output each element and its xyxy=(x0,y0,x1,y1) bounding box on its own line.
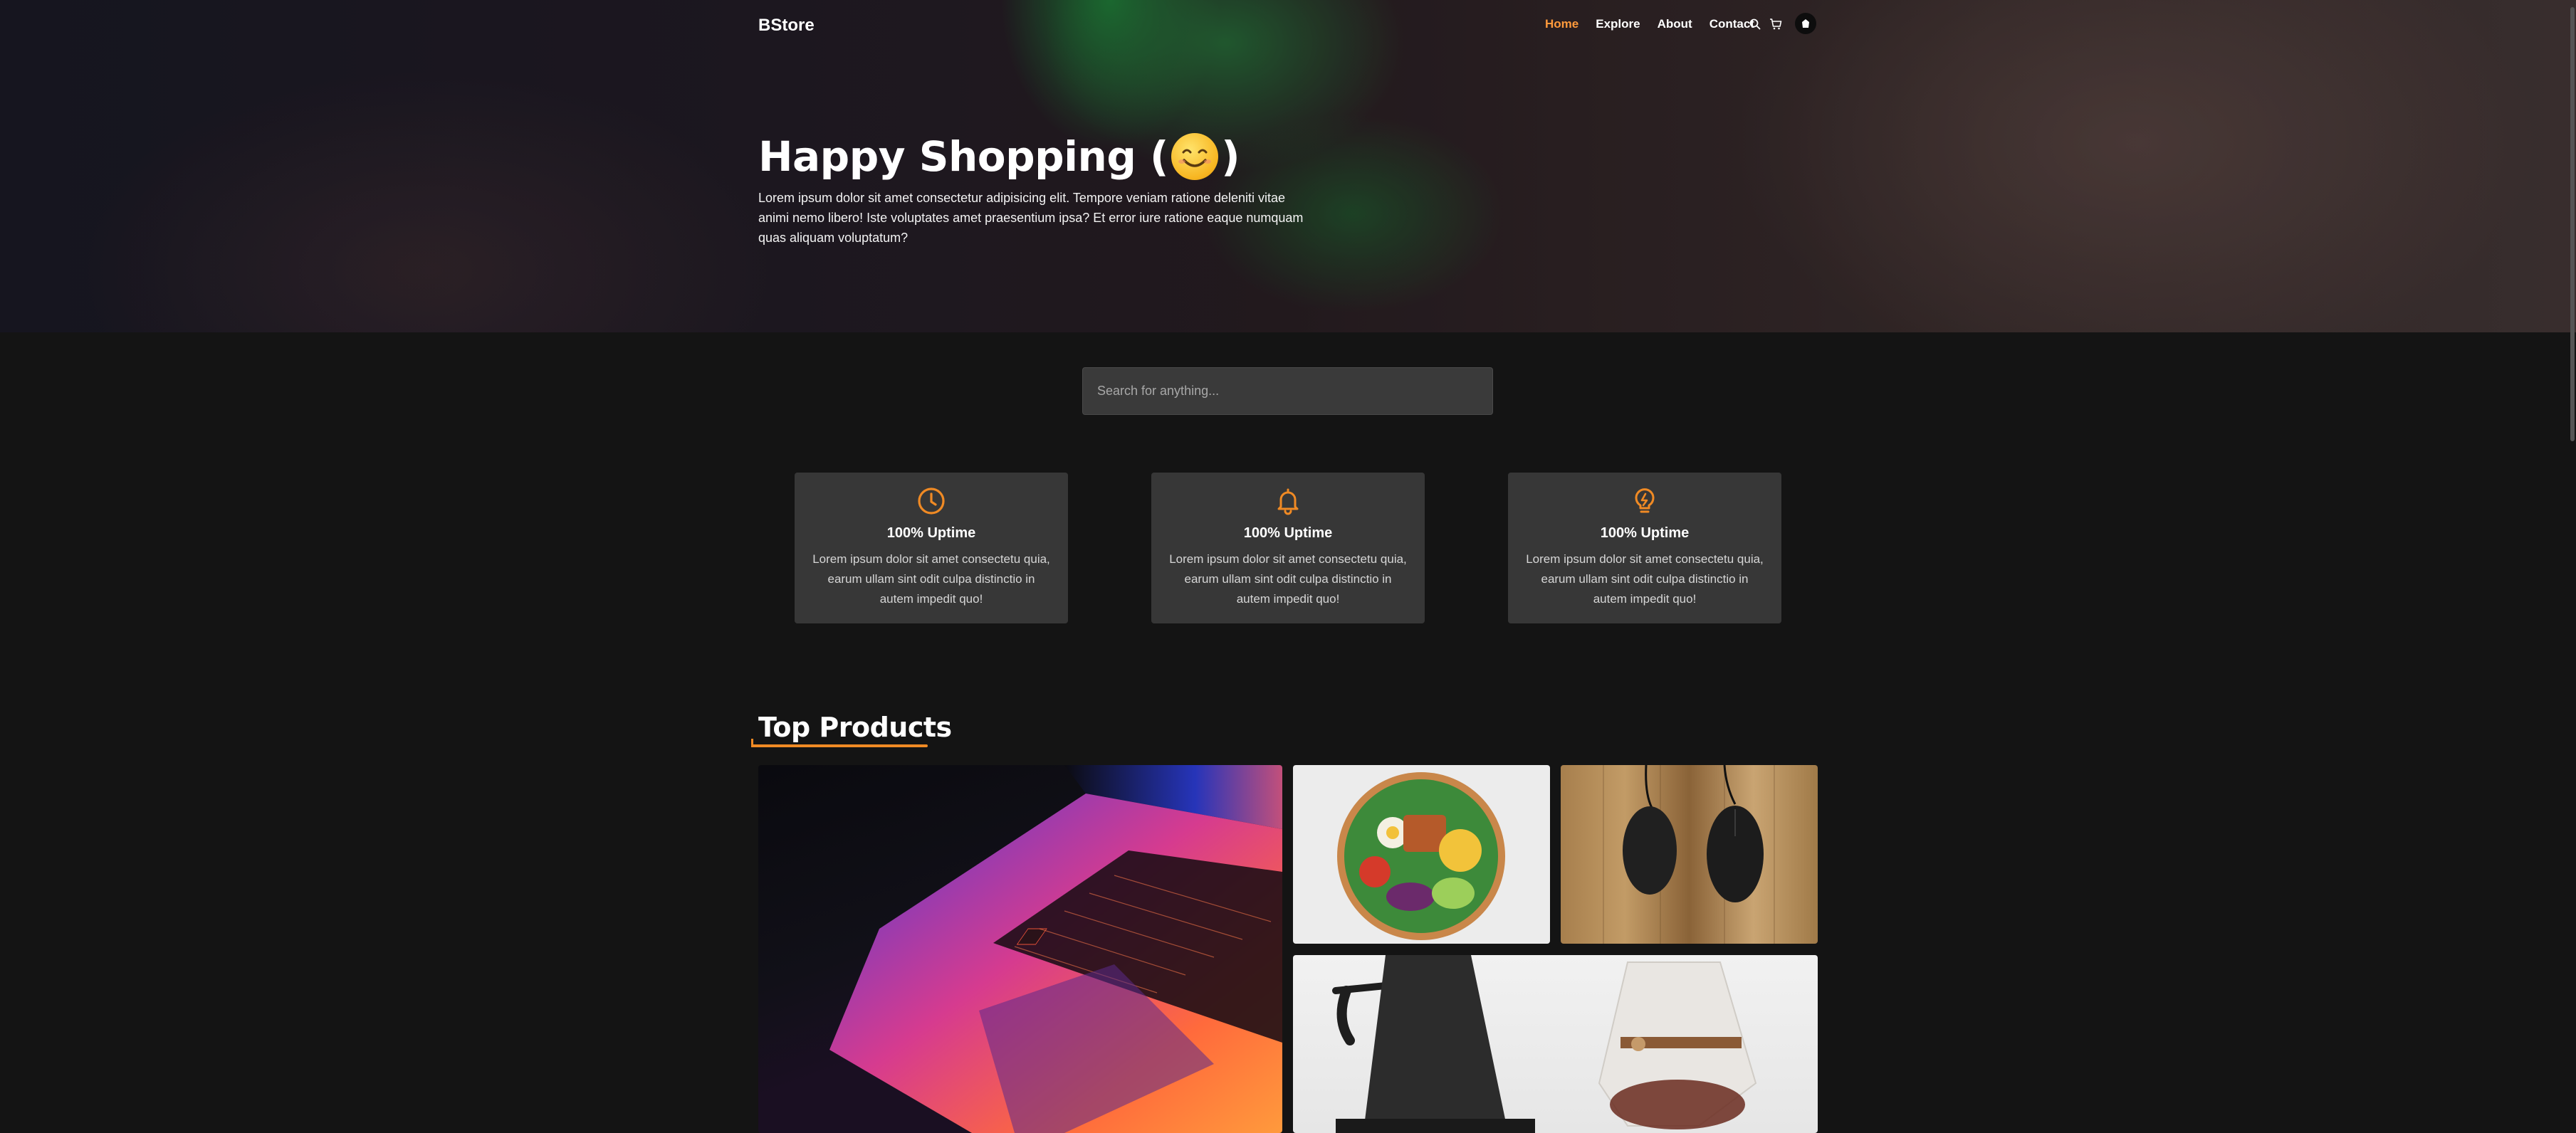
hero-content: Happy Shopping ( ) Lorem ipsum dolor sit… xyxy=(758,128,1328,248)
product-mouse-image[interactable] xyxy=(1561,765,1818,944)
hero-title-suffix: ) xyxy=(1221,132,1240,181)
feature-card-alerts: 100% Uptime Lorem ipsum dolor sit amet c… xyxy=(1151,473,1425,623)
feature-title: 100% Uptime xyxy=(886,525,976,541)
hero-title: Happy Shopping ( ) xyxy=(758,128,1328,185)
top-nav: BStore Home Explore About Contact xyxy=(758,13,1819,38)
product-kettle-coffee-image[interactable] xyxy=(1293,955,1818,1133)
brand-logo[interactable]: BStore xyxy=(758,16,815,36)
user-avatar-icon[interactable] xyxy=(1795,13,1816,34)
feature-card-ideas: 100% Uptime Lorem ipsum dolor sit amet c… xyxy=(1508,473,1781,623)
lightbulb-icon xyxy=(1630,487,1659,515)
feature-description: Lorem ipsum dolor sit amet consectetu qu… xyxy=(1526,552,1764,606)
feature-description: Lorem ipsum dolor sit amet consectetu qu… xyxy=(1169,552,1407,606)
hero-description: Lorem ipsum dolor sit amet consectetur a… xyxy=(758,191,1304,245)
page-scrollbar[interactable] xyxy=(2570,7,2575,441)
hero-banner: BStore Home Explore About Contact Happy … xyxy=(0,0,2576,332)
top-products-title: Top Products xyxy=(758,712,952,743)
cart-icon[interactable] xyxy=(1767,16,1784,33)
feature-title: 100% Uptime xyxy=(1243,525,1333,541)
feature-title: 100% Uptime xyxy=(1600,525,1690,541)
nav-link-explore[interactable]: Explore xyxy=(1596,17,1640,31)
nav-link-about[interactable]: About xyxy=(1658,17,1692,31)
clock-icon xyxy=(917,487,946,515)
feature-card-uptime: 100% Uptime Lorem ipsum dolor sit amet c… xyxy=(795,473,1068,623)
nav-links: Home Explore About Contact xyxy=(1545,17,1771,31)
product-salad-image[interactable] xyxy=(1293,765,1550,944)
bell-icon xyxy=(1274,487,1302,515)
hero-title-prefix: Happy Shopping ( xyxy=(758,132,1169,181)
feature-description: Lorem ipsum dolor sit amet consectetu qu… xyxy=(812,552,1050,606)
search-icon[interactable] xyxy=(1747,16,1764,33)
section-underline xyxy=(751,739,928,747)
search-input[interactable] xyxy=(1082,367,1493,415)
product-laptop-image[interactable] xyxy=(758,765,1282,1133)
nav-link-home[interactable]: Home xyxy=(1545,17,1578,31)
smiling-face-icon xyxy=(1171,133,1219,180)
